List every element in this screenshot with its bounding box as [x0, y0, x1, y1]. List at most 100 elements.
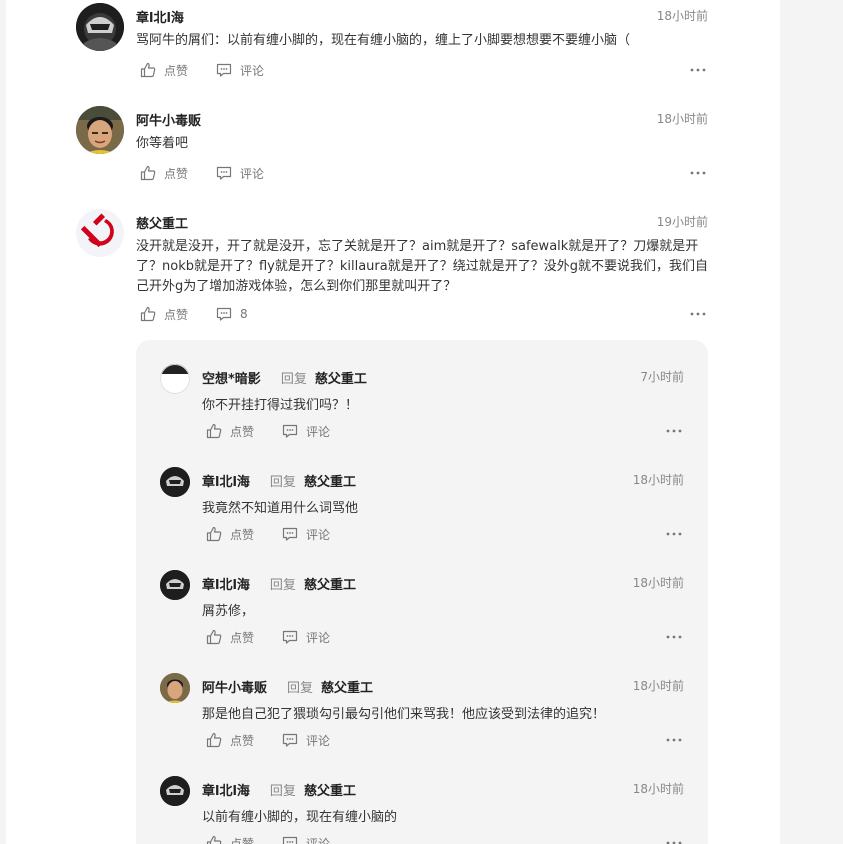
comment-label: 评论 — [306, 733, 331, 748]
comment-button[interactable]: 评论 — [282, 730, 330, 750]
avatar[interactable] — [76, 3, 124, 51]
comment-button[interactable]: 评论 — [216, 163, 264, 183]
person-avatar-image — [76, 106, 124, 154]
more-button[interactable] — [664, 627, 684, 647]
thumbs-up-icon — [206, 835, 222, 844]
like-button[interactable]: 点赞 — [140, 304, 188, 324]
reply-actions: 点赞 评论 — [206, 833, 684, 844]
comment-bubble-icon — [282, 527, 298, 541]
more-button[interactable] — [688, 60, 708, 80]
comment-button[interactable]: 评论 — [282, 627, 330, 647]
comment-actions: 点赞 8 — [140, 304, 708, 324]
reply-author[interactable]: 空想*暗影 — [202, 368, 261, 387]
avatar[interactable] — [160, 673, 190, 703]
comment-author[interactable]: 慈父重工 — [136, 213, 188, 232]
more-button[interactable] — [664, 524, 684, 544]
like-label: 点赞 — [230, 527, 255, 542]
more-button[interactable] — [664, 421, 684, 441]
thumbs-up-icon — [206, 732, 222, 748]
helmet-avatar-image — [160, 467, 190, 497]
reply-label: 回复 — [269, 578, 296, 593]
comment-text: 你等着吧 — [136, 136, 189, 151]
more-dots-icon — [690, 68, 706, 72]
avatar[interactable] — [160, 570, 190, 600]
helmet-avatar-image — [76, 3, 124, 51]
like-label: 点赞 — [164, 166, 189, 181]
reply-author[interactable]: 章l北l海 — [202, 471, 250, 490]
like-button[interactable]: 点赞 — [206, 833, 254, 844]
like-button[interactable]: 点赞 — [206, 421, 254, 441]
thumbs-up-icon — [140, 62, 156, 78]
comment-author[interactable]: 章l北l海 — [136, 7, 184, 26]
comment-button[interactable]: 评论 — [282, 524, 330, 544]
reply-item: 章l北l海 回复 慈父重工 18小时前 以前有缠小脚的，现在有缠小脑的 点赞 评… — [160, 776, 684, 844]
comment-button[interactable]: 8 — [216, 304, 248, 324]
hammer-sickle-icon — [76, 209, 124, 257]
more-button[interactable] — [688, 163, 708, 183]
reply-label: 回复 — [269, 475, 296, 490]
more-button[interactable] — [664, 833, 684, 844]
comment-text: 骂阿牛的屑们：以前有缠小脚的，现在有缠小脑的，缠上了小脚要想想要不要缠小脑（ — [136, 33, 631, 48]
comment-label: 评论 — [306, 527, 331, 542]
reply-header: 章l北l海 回复 慈父重工 — [202, 471, 356, 490]
like-button[interactable]: 点赞 — [206, 730, 254, 750]
more-dots-icon — [690, 171, 706, 175]
like-button[interactable]: 点赞 — [206, 524, 254, 544]
more-dots-icon — [666, 841, 682, 844]
more-dots-icon — [666, 532, 682, 536]
like-label: 点赞 — [230, 733, 255, 748]
reply-text: 以前有缠小脚的，现在有缠小脑的 — [202, 810, 398, 825]
avatar[interactable] — [76, 209, 124, 257]
reply-actions: 点赞 评论 — [206, 730, 684, 750]
reply-target[interactable]: 慈父重工 — [304, 574, 356, 593]
reply-author[interactable]: 章l北l海 — [202, 780, 250, 799]
reply-label: 回复 — [287, 681, 314, 696]
reply-target[interactable]: 慈父重工 — [321, 677, 373, 696]
reply-target[interactable]: 慈父重工 — [304, 780, 356, 799]
thumbs-up-icon — [206, 423, 222, 439]
like-label: 点赞 — [164, 307, 189, 322]
avatar[interactable] — [160, 776, 190, 806]
comment-label: 评论 — [306, 424, 331, 439]
comment-button[interactable]: 评论 — [282, 421, 330, 441]
more-button[interactable] — [664, 730, 684, 750]
thumbs-up-icon — [140, 306, 156, 322]
comment-button[interactable]: 评论 — [216, 60, 264, 80]
comment-actions: 点赞 评论 — [140, 163, 708, 183]
reply-target[interactable]: 慈父重工 — [304, 471, 356, 490]
reply-text: 你不开挂打得过我们吗？！ — [202, 398, 359, 413]
reply-target[interactable]: 慈父重工 — [315, 368, 367, 387]
reply-time: 18小时前 — [632, 473, 684, 487]
like-label: 点赞 — [230, 630, 255, 645]
reply-author[interactable]: 章l北l海 — [202, 574, 250, 593]
avatar[interactable] — [160, 467, 190, 497]
reply-time: 18小时前 — [632, 576, 684, 590]
helmet-avatar-image — [160, 570, 190, 600]
comment-bubble-icon — [282, 836, 298, 844]
comment-author[interactable]: 阿牛小毒贩 — [136, 110, 201, 129]
comment-time: 19小时前 — [656, 215, 708, 229]
comment-label: 评论 — [306, 630, 331, 645]
helmet-avatar-image — [160, 776, 190, 806]
comment-button[interactable]: 评论 — [282, 833, 330, 844]
reply-author[interactable]: 阿牛小毒贩 — [202, 677, 267, 696]
comment-actions: 点赞 评论 — [140, 60, 708, 80]
comment-bubble-icon — [282, 424, 298, 438]
comment-label: 评论 — [240, 63, 265, 78]
comment-label: 评论 — [240, 166, 265, 181]
reply-text: 屑苏修， — [202, 604, 255, 619]
comment-bubble-icon — [282, 733, 298, 747]
avatar[interactable] — [76, 106, 124, 154]
comment-bubble-icon — [216, 307, 232, 321]
comment-text: 没开就是没开，开了就是没开，忘了关就是开了？aim就是开了？safewalk就是… — [136, 239, 708, 294]
like-label: 点赞 — [230, 424, 255, 439]
like-button[interactable]: 点赞 — [140, 60, 188, 80]
reply-text: 那是他自己犯了猥琐勾引最勾引他们来骂我！他应该受到法律的追究！ — [202, 707, 606, 722]
shadow-avatar-image — [160, 364, 190, 394]
like-button[interactable]: 点赞 — [206, 627, 254, 647]
more-button[interactable] — [688, 304, 708, 324]
comment-bubble-icon — [282, 630, 298, 644]
avatar[interactable] — [160, 364, 190, 394]
comment-label: 评论 — [306, 836, 331, 844]
like-button[interactable]: 点赞 — [140, 163, 188, 183]
